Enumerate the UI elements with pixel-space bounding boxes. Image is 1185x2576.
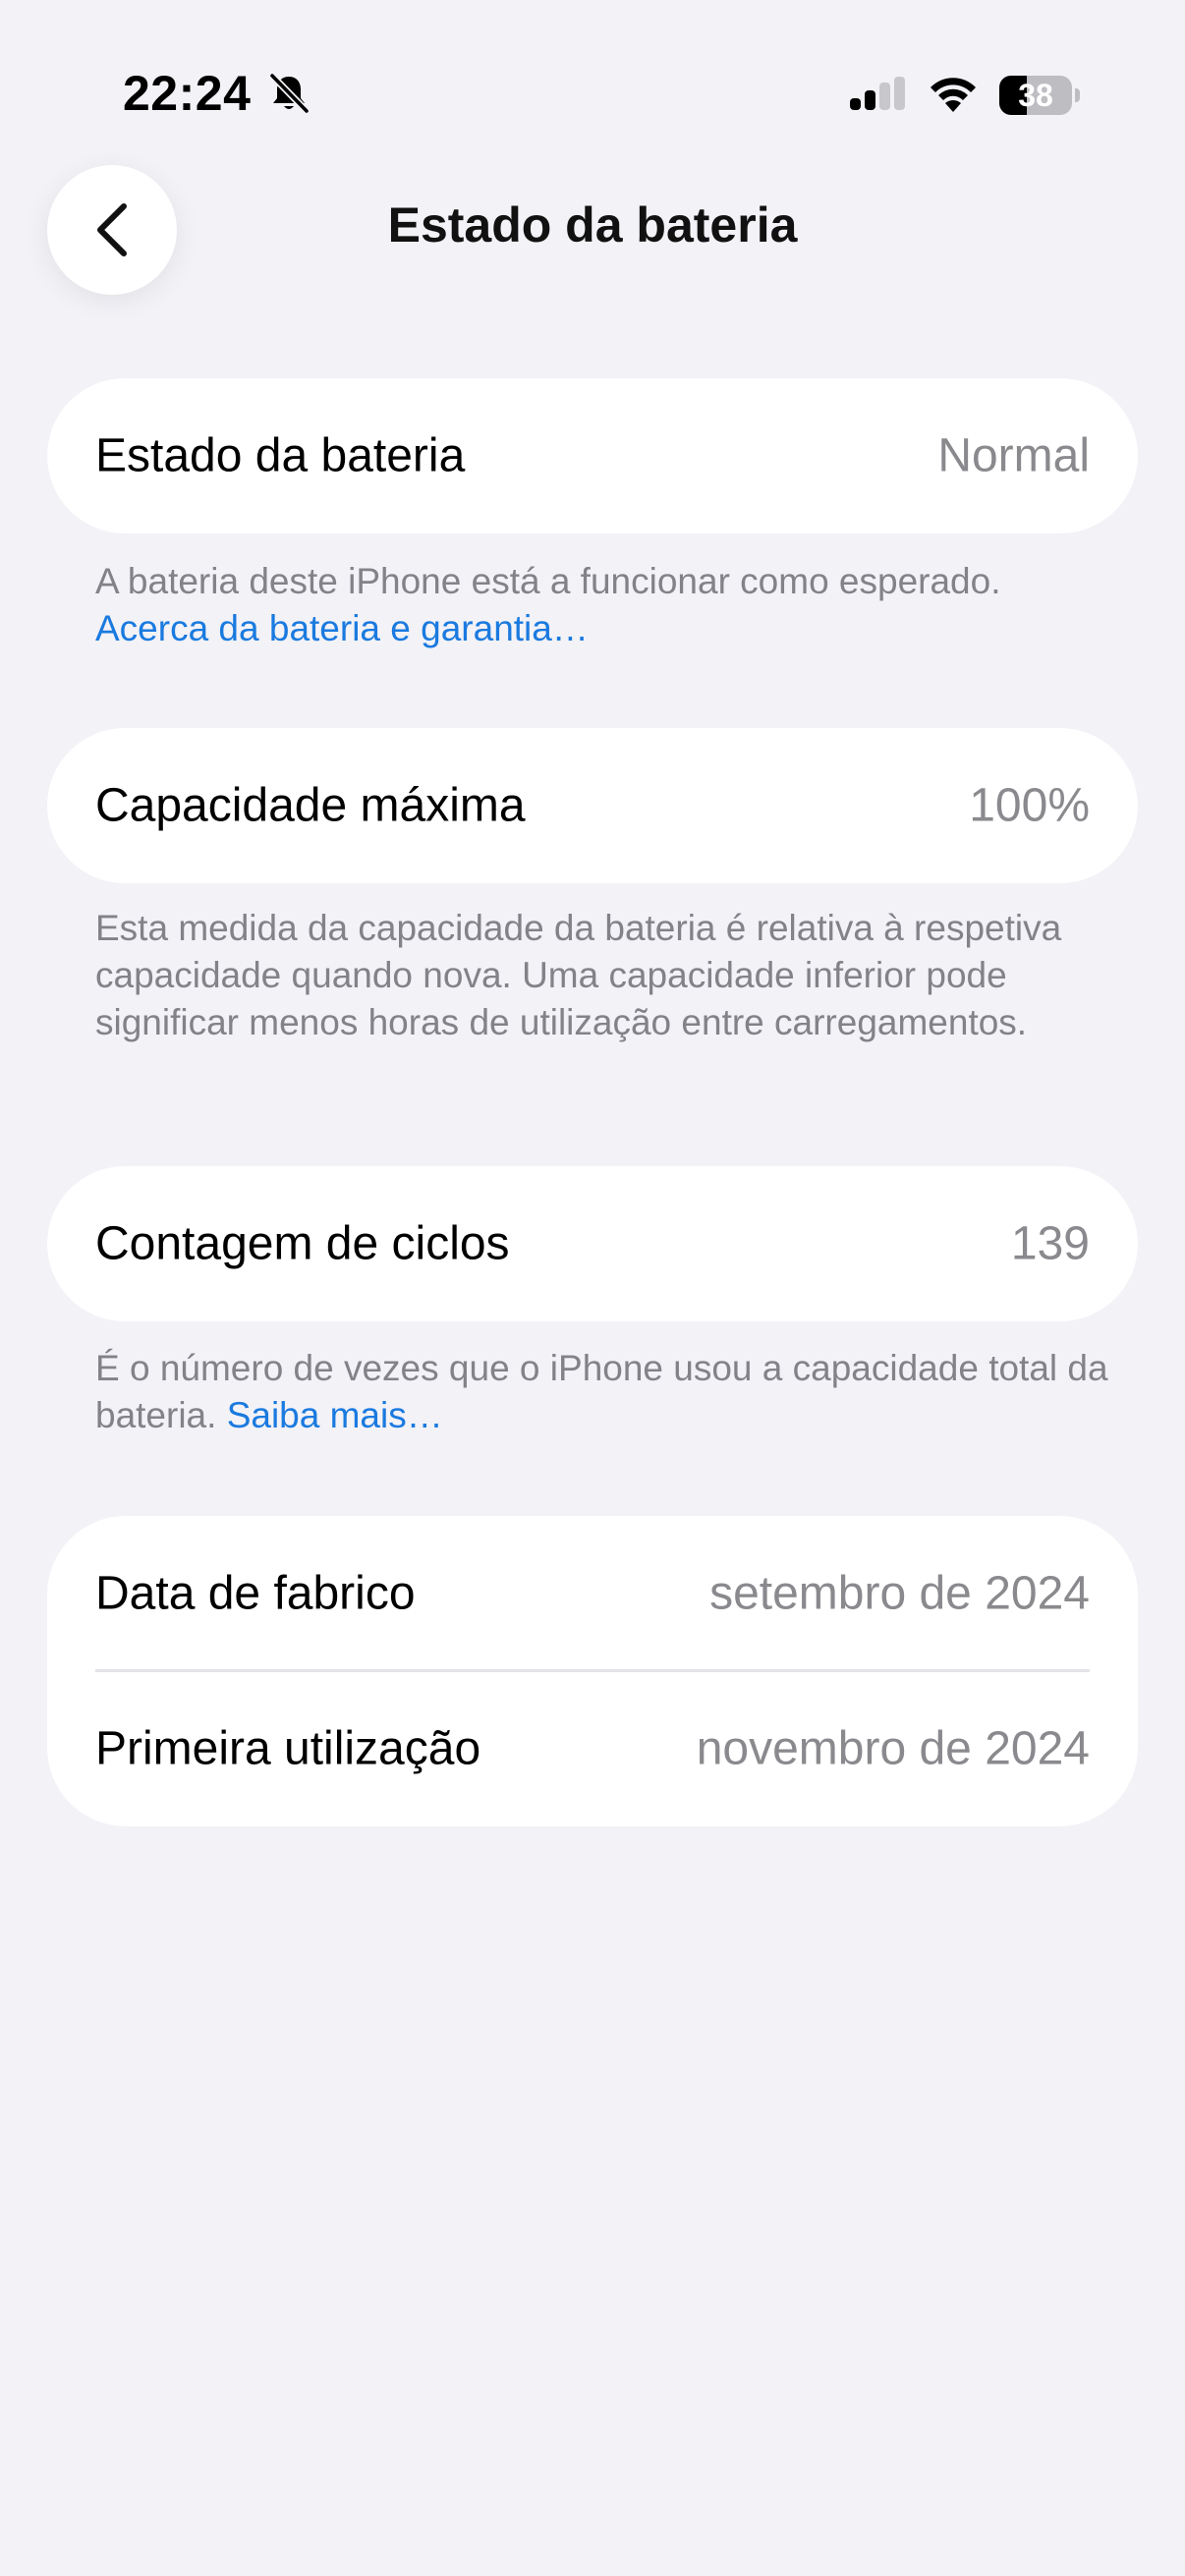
- max-capacity-label: Capacidade máxima: [95, 779, 526, 832]
- battery-warranty-link[interactable]: Acerca da bateria e garantia…: [95, 608, 589, 648]
- first-use-label: Primeira utilização: [95, 1722, 481, 1775]
- battery-health-label: Estado da bateria: [95, 429, 466, 482]
- cellular-signal-icon: [850, 77, 905, 110]
- first-use-row: Primeira utilização novembro de 2024: [47, 1671, 1138, 1826]
- max-capacity-card: Capacidade máxima 100%: [47, 728, 1138, 883]
- status-bar: 22:24 38: [0, 0, 1185, 147]
- battery-icon: 38: [999, 76, 1080, 115]
- status-time: 22:24: [123, 66, 252, 121]
- wifi-icon: [931, 78, 976, 112]
- battery-health-row[interactable]: Estado da bateria Normal: [47, 378, 1138, 533]
- cycle-count-row: Contagem de ciclos 139: [47, 1166, 1138, 1321]
- manufacture-date-value: setembro de 2024: [709, 1567, 1090, 1620]
- max-capacity-row: Capacidade máxima 100%: [47, 728, 1138, 883]
- page-title: Estado da bateria: [387, 197, 798, 252]
- first-use-value: novembro de 2024: [696, 1722, 1090, 1775]
- manufacture-date-row: Data de fabrico setembro de 2024: [47, 1516, 1138, 1671]
- battery-health-footnote: A bateria deste iPhone está a funcionar …: [95, 558, 1117, 652]
- cycle-count-footnote: É o número de vezes que o iPhone usou a …: [95, 1345, 1117, 1439]
- cycle-count-card: Contagem de ciclos 139: [47, 1166, 1138, 1321]
- manufacture-date-label: Data de fabrico: [95, 1567, 416, 1620]
- max-capacity-value: 100%: [969, 779, 1090, 832]
- cycle-count-value: 139: [1010, 1217, 1090, 1270]
- battery-health-value: Normal: [937, 429, 1090, 482]
- cycle-count-label: Contagem de ciclos: [95, 1217, 510, 1270]
- bell-slash-icon: [268, 72, 310, 115]
- learn-more-link[interactable]: Saiba mais…: [227, 1395, 443, 1435]
- max-capacity-footnote: Esta medida da capacidade da bateria é r…: [95, 908, 1062, 1042]
- dates-card: Data de fabrico setembro de 2024 Primeir…: [47, 1516, 1138, 1826]
- battery-health-footnote-text: A bateria deste iPhone está a funcionar …: [95, 561, 1001, 601]
- battery-health-card[interactable]: Estado da bateria Normal: [47, 378, 1138, 533]
- battery-level: 38: [1018, 78, 1053, 113]
